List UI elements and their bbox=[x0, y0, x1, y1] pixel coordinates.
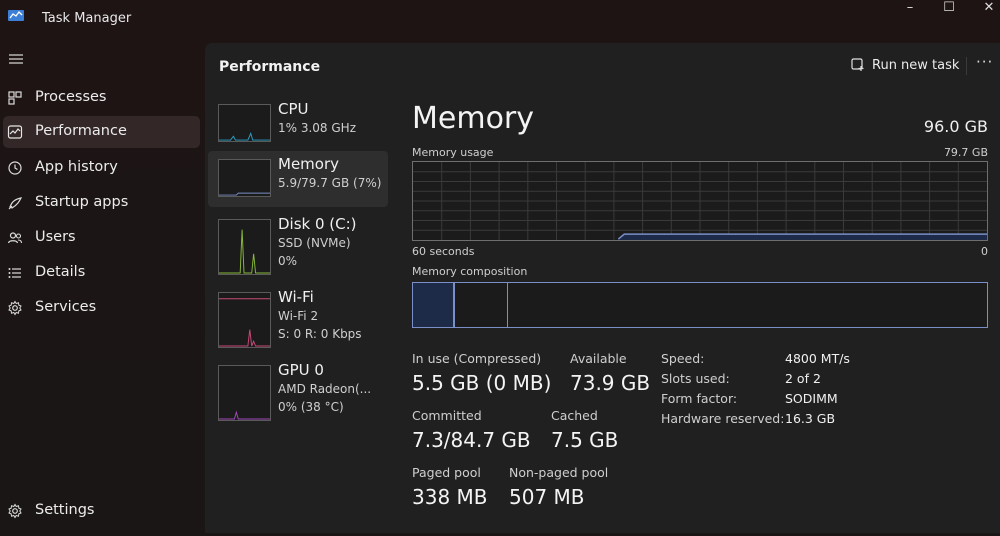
memory-title: Memory bbox=[412, 101, 535, 136]
device-item-wifi[interactable]: Wi-Fi Wi-Fi 2 S: 0 R: 0 Kbps bbox=[208, 284, 388, 348]
gear-icon bbox=[8, 300, 22, 316]
memory-usage-label: Memory usage bbox=[412, 146, 494, 159]
spec-value: 16.3 GB bbox=[785, 411, 836, 426]
processes-icon bbox=[8, 91, 22, 105]
hamburger-menu-icon[interactable] bbox=[8, 52, 24, 66]
memory-detail: Memory 96.0 GB Memory usage 79.7 GB 60 s… bbox=[412, 93, 992, 533]
sidebar-item-processes[interactable]: Processes bbox=[0, 82, 200, 114]
device-detail: 1% 3.08 GHz bbox=[278, 121, 357, 135]
device-name: GPU 0 bbox=[278, 361, 324, 379]
page-title: Performance bbox=[219, 59, 321, 75]
close-button[interactable]: ✕ bbox=[974, 0, 1000, 18]
device-name: Disk 0 (C:) bbox=[278, 215, 357, 233]
device-detail-secondary: 0% (38 °C) bbox=[278, 400, 344, 414]
sidebar-item-label: Users bbox=[35, 229, 76, 245]
device-list: CPU 1% 3.08 GHz Memory 5.9/79.7 GB (7%) … bbox=[205, 93, 395, 523]
gpu-thumbnail-graph bbox=[218, 365, 271, 421]
device-name: CPU bbox=[278, 100, 309, 118]
device-item-memory[interactable]: Memory 5.9/79.7 GB (7%) bbox=[208, 151, 388, 207]
device-detail: 5.9/79.7 GB (7%) bbox=[278, 176, 382, 190]
memory-usage-max: 79.7 GB bbox=[943, 146, 988, 159]
sidebar-item-label: Performance bbox=[35, 123, 127, 139]
cached-label: Cached bbox=[551, 408, 598, 423]
sidebar-item-details[interactable]: Details bbox=[0, 257, 200, 289]
non-paged-pool-label: Non-paged pool bbox=[509, 465, 609, 480]
task-manager-icon bbox=[8, 10, 24, 21]
sidebar-item-label: Details bbox=[35, 264, 86, 280]
spec-value: SODIMM bbox=[785, 391, 838, 406]
spec-label: Slots used: bbox=[661, 371, 730, 386]
minimize-button[interactable]: – bbox=[895, 0, 925, 18]
run-new-task-label: Run new task bbox=[872, 58, 960, 73]
sidebar-item-app-history[interactable]: App history bbox=[0, 152, 200, 184]
main-panel: Performance Run new task ··· CPU 1% 3.08… bbox=[205, 43, 1000, 533]
available-value: 73.9 GB bbox=[570, 371, 651, 395]
run-task-icon bbox=[851, 58, 864, 71]
history-icon bbox=[8, 161, 22, 175]
app-title: Task Manager bbox=[42, 11, 132, 26]
toolbar-divider bbox=[966, 57, 967, 75]
device-item-gpu[interactable]: GPU 0 AMD Radeon(... 0% (38 °C) bbox=[208, 357, 388, 421]
graph-time-left: 60 seconds bbox=[412, 245, 475, 258]
cpu-thumbnail-graph bbox=[218, 104, 271, 142]
disk-thumbnail-graph bbox=[218, 219, 271, 275]
memory-total: 96.0 GB bbox=[923, 117, 988, 136]
paged-pool-label: Paged pool bbox=[412, 465, 481, 480]
spec-value: 2 of 2 bbox=[785, 371, 821, 386]
device-detail: AMD Radeon(... bbox=[278, 382, 372, 396]
composition-standby bbox=[457, 283, 508, 327]
sidebar-item-performance[interactable]: Performance bbox=[3, 116, 200, 148]
memory-composition-label: Memory composition bbox=[412, 265, 528, 278]
paged-pool-value: 338 MB bbox=[412, 485, 488, 509]
graph-time-right: 0 bbox=[981, 245, 988, 258]
sidebar-item-services[interactable]: Services bbox=[0, 292, 200, 324]
more-options-button[interactable]: ··· bbox=[976, 53, 993, 71]
users-icon bbox=[7, 232, 23, 244]
committed-label: Committed bbox=[412, 408, 482, 423]
device-detail: SSD (NVMe) bbox=[278, 236, 351, 250]
memory-thumbnail-graph bbox=[218, 159, 271, 197]
sidebar-item-label: Startup apps bbox=[35, 194, 129, 210]
sidebar-item-label: Settings bbox=[35, 502, 95, 518]
performance-icon bbox=[7, 125, 23, 139]
device-detail-secondary: S: 0 R: 0 Kbps bbox=[278, 327, 362, 341]
device-detail-secondary: 0% bbox=[278, 254, 298, 268]
spec-label: Hardware reserved: bbox=[661, 411, 785, 426]
maximize-button[interactable]: ☐ bbox=[934, 0, 964, 18]
device-item-disk[interactable]: Disk 0 (C:) SSD (NVMe) 0% bbox=[208, 211, 388, 275]
spec-label: Speed: bbox=[661, 351, 705, 366]
composition-in-use bbox=[413, 283, 455, 327]
cached-value: 7.5 GB bbox=[551, 428, 619, 452]
device-name: Memory bbox=[278, 155, 340, 173]
startup-icon bbox=[8, 197, 23, 210]
sidebar-item-users[interactable]: Users bbox=[0, 222, 200, 254]
title-bar: Task Manager – ☐ ✕ bbox=[0, 0, 1000, 40]
available-label: Available bbox=[570, 351, 627, 366]
sidebar-item-label: App history bbox=[35, 159, 118, 175]
memory-composition-bar bbox=[412, 282, 988, 328]
device-item-cpu[interactable]: CPU 1% 3.08 GHz bbox=[208, 96, 388, 152]
sidebar: Processes Performance App history Startu… bbox=[0, 40, 205, 536]
settings-gear-icon bbox=[8, 503, 22, 519]
spec-label: Form factor: bbox=[661, 391, 738, 406]
device-name: Wi-Fi bbox=[278, 288, 314, 306]
sidebar-item-startup-apps[interactable]: Startup apps bbox=[0, 187, 200, 219]
details-icon bbox=[8, 268, 21, 278]
spec-value: 4800 MT/s bbox=[785, 351, 850, 366]
in-use-value: 5.5 GB (0 MB) bbox=[412, 371, 552, 395]
memory-usage-graph bbox=[412, 161, 988, 241]
device-detail: Wi-Fi 2 bbox=[278, 309, 319, 323]
non-paged-pool-value: 507 MB bbox=[509, 485, 585, 509]
sidebar-item-label: Services bbox=[35, 299, 97, 315]
in-use-label: In use (Compressed) bbox=[412, 351, 542, 366]
wifi-thumbnail-graph bbox=[218, 292, 271, 348]
sidebar-item-settings[interactable]: Settings bbox=[0, 495, 200, 527]
committed-value: 7.3/84.7 GB bbox=[412, 428, 531, 452]
sidebar-item-label: Processes bbox=[35, 89, 107, 105]
